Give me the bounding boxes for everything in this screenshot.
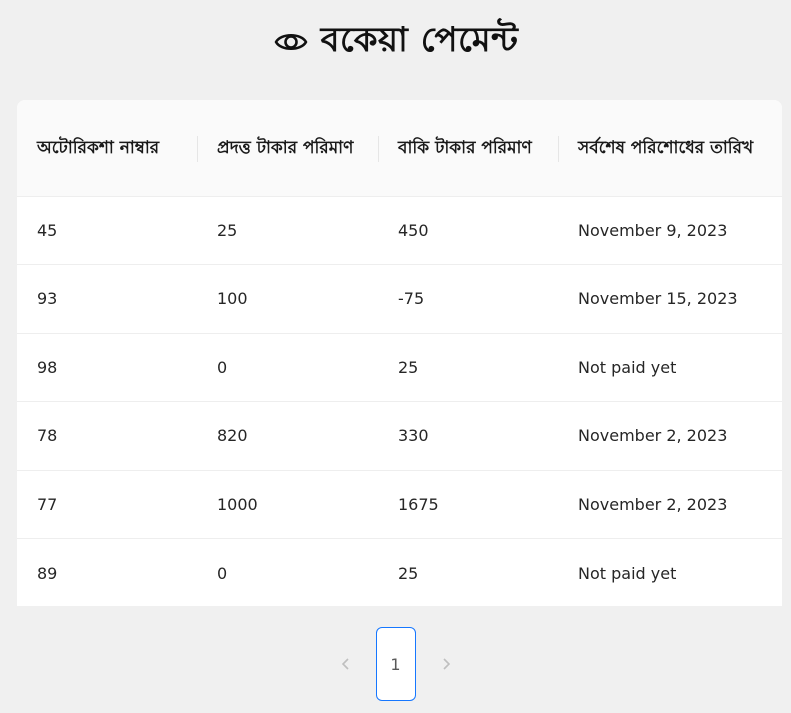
table-row: 98 0 25 Not paid yet [17, 333, 782, 402]
column-header-last-payment-date: সর্বশেষ পরিশোধের তারিখ [558, 100, 782, 197]
page-header: বকেয়া পেমেন্ট [0, 18, 791, 66]
cell-last-payment-date: November 9, 2023 [558, 196, 782, 265]
pagination-page-button[interactable]: 1 [375, 627, 416, 701]
pagination-prev-button[interactable] [326, 644, 366, 684]
cell-paid-amount: 100 [197, 264, 378, 334]
column-divider [378, 136, 379, 162]
cell-paid-amount: 25 [197, 196, 378, 265]
due-payments-table: অটোরিকশা নাম্বার প্রদত্ত টাকার পরিমাণ বা… [17, 100, 782, 606]
column-header-due-amount: বাকি টাকার পরিমাণ [378, 100, 558, 197]
cell-paid-amount: 0 [217, 563, 228, 583]
cell-due-amount: 25 [378, 333, 558, 402]
cell-paid-amount: 820 [197, 401, 378, 471]
cell-due-amount: 25 [398, 563, 419, 583]
cell-due-amount: -75 [378, 264, 558, 334]
cell-paid-amount: 0 [197, 333, 378, 402]
table-row: 77 1000 1675 November 2, 2023 [17, 470, 782, 539]
cell-last-payment-date: Not paid yet [578, 563, 677, 583]
chevron-right-icon [442, 658, 450, 670]
table-row: 78 820 330 November 2, 2023 [17, 401, 782, 471]
column-header-paid-amount: প্রদত্ত টাকার পরিমাণ [197, 100, 378, 197]
column-header-autorickshaw-number: অটোরিকশা নাম্বার [17, 100, 197, 197]
page-title: বকেয়া পেমেন্ট [320, 19, 519, 60]
cell-autorickshaw-number: 93 [17, 264, 197, 334]
cell-autorickshaw-number: 98 [17, 333, 197, 402]
cell-due-amount: 1675 [378, 470, 558, 539]
cell-last-payment-date: November 15, 2023 [558, 264, 782, 334]
cell-due-amount: 330 [378, 401, 558, 471]
cell-last-payment-date: November 2, 2023 [558, 401, 782, 471]
table-row: 89 0 25 Not paid yet [17, 539, 782, 607]
cell-autorickshaw-number: 77 [17, 470, 197, 539]
cell-due-amount: 450 [378, 196, 558, 265]
cell-autorickshaw-number: 89 [37, 563, 58, 583]
cell-autorickshaw-number: 78 [17, 401, 197, 471]
column-divider [197, 136, 198, 162]
eye-icon [273, 24, 309, 60]
cell-paid-amount: 1000 [197, 470, 378, 539]
chevron-left-icon [341, 658, 349, 670]
page: বকেয়া পেমেন্ট অটোরিকশা নাম্বার প্রদত্ত … [0, 0, 791, 713]
pagination: 1 [0, 627, 791, 701]
table-row: 45 25 450 November 9, 2023 [17, 196, 782, 265]
cell-last-payment-date: November 2, 2023 [558, 470, 782, 539]
cell-last-payment-date: Not paid yet [558, 333, 782, 402]
payments-table-card: অটোরিকশা নাম্বার প্রদত্ত টাকার পরিমাণ বা… [17, 100, 782, 606]
table-header-row: অটোরিকশা নাম্বার প্রদত্ত টাকার পরিমাণ বা… [17, 100, 782, 197]
column-divider [558, 136, 559, 162]
pagination-next-button[interactable] [426, 644, 466, 684]
table-row: 93 100 -75 November 15, 2023 [17, 264, 782, 334]
cell-autorickshaw-number: 45 [17, 196, 197, 265]
